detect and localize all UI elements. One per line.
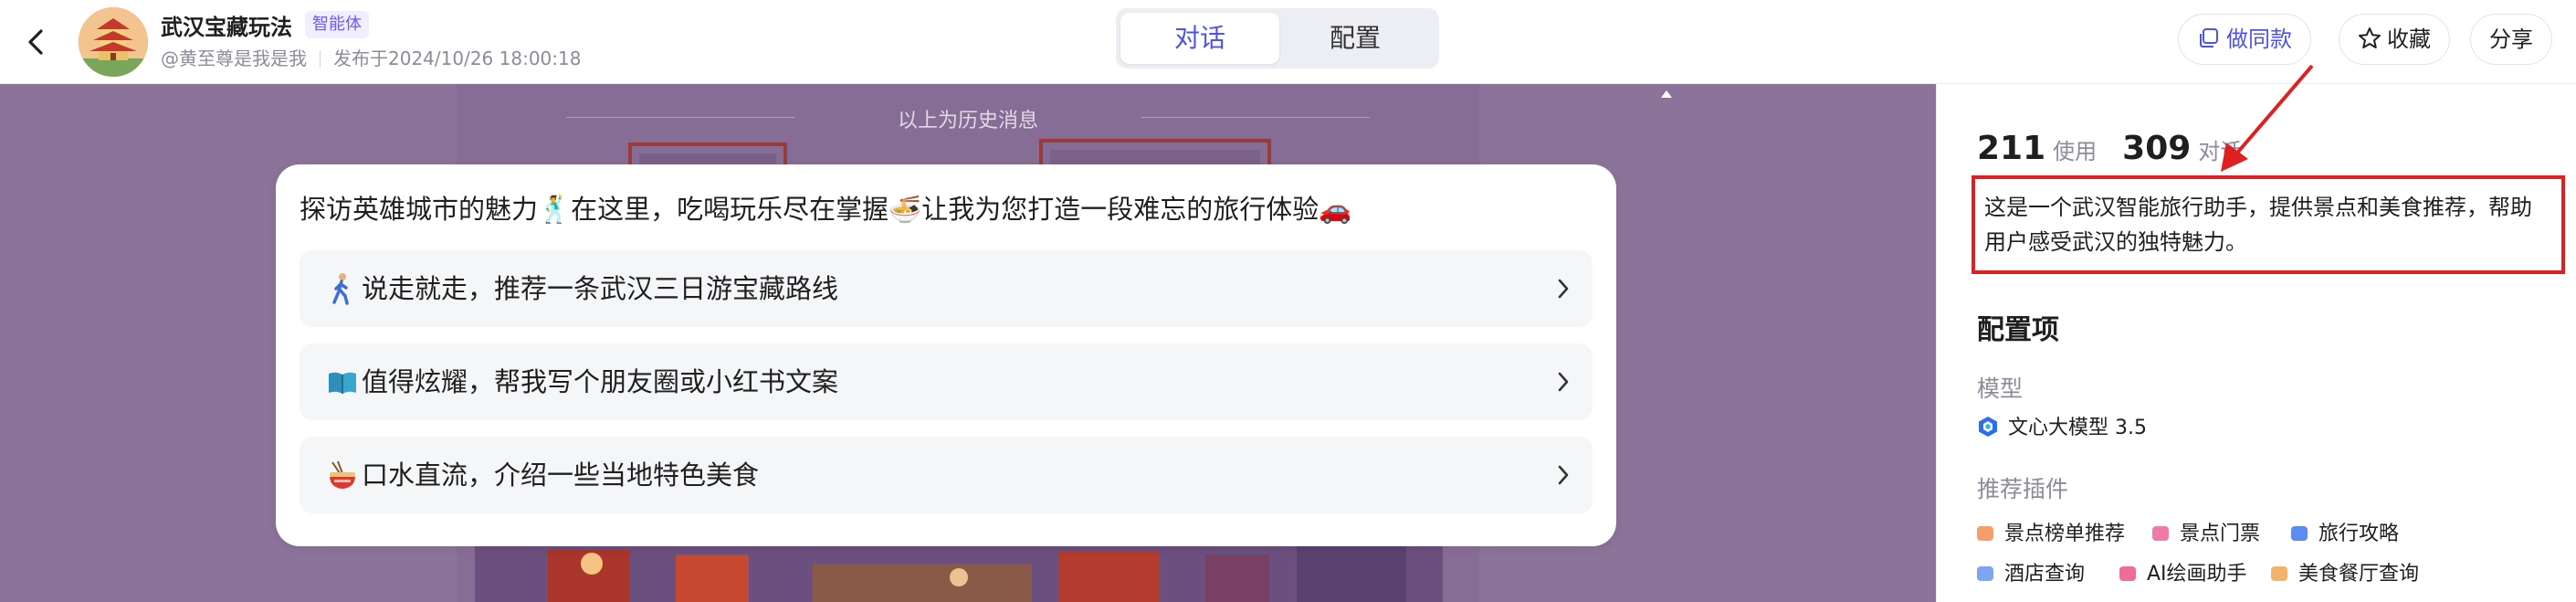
mode-tabs: 对话 配置 [1116,8,1439,69]
plugin-icon [2291,526,2308,541]
plugin-name: 酒店查询 [2004,563,2086,586]
star-icon [2359,27,2381,48]
config-section-title: 配置项 [1977,314,2059,346]
plugin-icon [2271,566,2287,581]
open-book-icon [329,372,356,394]
agent-info-panel: 211 使用 309 对话 这是一个武汉智能旅行助手，提供景点和美食推荐，帮助用户感受… [1936,84,2576,602]
agent-avatar [79,7,148,77]
plugin-icon [1977,566,1993,581]
meta-divider [320,50,321,67]
plugin-name: 景点门票 [2180,523,2261,545]
plugin-name: AI绘画助手 [2147,563,2247,586]
suggested-question[interactable]: 说走就走，推荐一条武汉三日游宝藏路线 [300,250,1593,327]
back-arrow-icon[interactable] [18,24,55,60]
plugins-label: 推荐插件 [1977,476,2069,502]
favorite-label: 收藏 [2387,26,2431,52]
suggestion-text: 口水直流，介绍一些当地特色美食 [362,459,760,491]
suggestion-text: 说走就走，推荐一条武汉三日游宝藏路线 [362,273,839,304]
caret-up-icon[interactable] [1660,90,1673,99]
plugin-item[interactable]: 景点门票 [2152,517,2260,546]
plugin-item[interactable]: 景点榜单推荐 [1977,517,2125,546]
walking-person-icon [332,273,349,305]
tab-config[interactable]: 配置 [1276,13,1435,64]
plugin-name: 旅行攻略 [2318,523,2400,545]
make-same-label: 做同款 [2226,26,2292,52]
author-name[interactable]: @黄至尊是我是我 [161,48,307,69]
favorite-button[interactable]: 收藏 [2339,14,2450,65]
agent-description: 这是一个武汉智能旅行助手，提供景点和美食推荐，帮助用户感受武汉的独特魅力。 [1971,175,2565,274]
plugin-name: 景点榜单推荐 [2004,523,2126,545]
author-meta: @黄至尊是我是我 发布于2024/10/26 18:00:18 [161,44,581,70]
plugin-icon [2119,566,2136,581]
plugin-icon [1977,526,1993,541]
plugin-item[interactable]: 美食餐厅查询 [2271,557,2419,586]
suggestion-text: 值得炫耀，帮我写个朋友圈或小红书文案 [362,366,839,397]
welcome-message: 探访英雄城市的魅力🕺在这里，吃喝玩乐尽在掌握🍜让我为您打造一段难忘的旅行体验🚗 [300,194,1352,225]
chevron-right-icon [1558,372,1569,392]
yellow-crane-tower-icon [79,7,148,77]
agent-title: 武汉宝藏玩法 [161,15,292,40]
dialogs-count: 309 [2122,130,2192,167]
share-button[interactable]: 分享 [2470,14,2552,65]
chat-area: 以上为历史消息 探访英雄城市的魅力🕺在这里，吃喝玩乐尽在掌握🍜让我为您打造一段难… [0,84,1936,602]
chevron-right-icon [1558,465,1569,485]
suggested-question[interactable]: 值得炫耀，帮我写个朋友圈或小红书文案 [300,343,1593,420]
model-item: 文心大模型 3.5 [1977,411,2147,440]
uses-label: 使用 [2053,139,2098,164]
plugin-item[interactable]: AI绘画助手 [2119,557,2247,586]
publish-time: 发布于2024/10/26 18:00:18 [333,48,582,69]
history-divider: 以上为历史消息 [566,104,1370,133]
uses-count: 211 [1977,130,2046,167]
welcome-card: 探访英雄城市的魅力🕺在这里，吃喝玩乐尽在掌握🍜让我为您打造一段难忘的旅行体验🚗 … [276,164,1616,546]
plugin-name: 美食餐厅查询 [2298,563,2420,586]
top-bar: 武汉宝藏玩法 智能体 @黄至尊是我是我 发布于2024/10/26 18:00:1… [0,0,2576,84]
model-label: 模型 [1977,375,2024,402]
suggested-question[interactable]: 口水直流，介绍一些当地特色美食 [300,437,1593,513]
make-same-button[interactable]: 做同款 [2178,14,2311,65]
noodle-bowl-icon [330,460,355,489]
plugin-item[interactable]: 旅行攻略 [2291,517,2399,546]
plugin-icon [2152,526,2169,541]
model-name: 文心大模型 3.5 [2008,417,2147,439]
dialogs-label: 对话 [2198,139,2243,164]
agent-type-badge: 智能体 [305,11,369,38]
usage-stats: 211 使用 309 对话 [1977,130,2267,167]
chevron-right-icon [1558,279,1569,299]
ernie-model-icon [1979,417,1997,437]
tab-chat[interactable]: 对话 [1120,13,1279,64]
share-label: 分享 [2489,26,2533,52]
plugin-item[interactable]: 酒店查询 [1977,557,2085,586]
copy-icon [2200,28,2218,48]
